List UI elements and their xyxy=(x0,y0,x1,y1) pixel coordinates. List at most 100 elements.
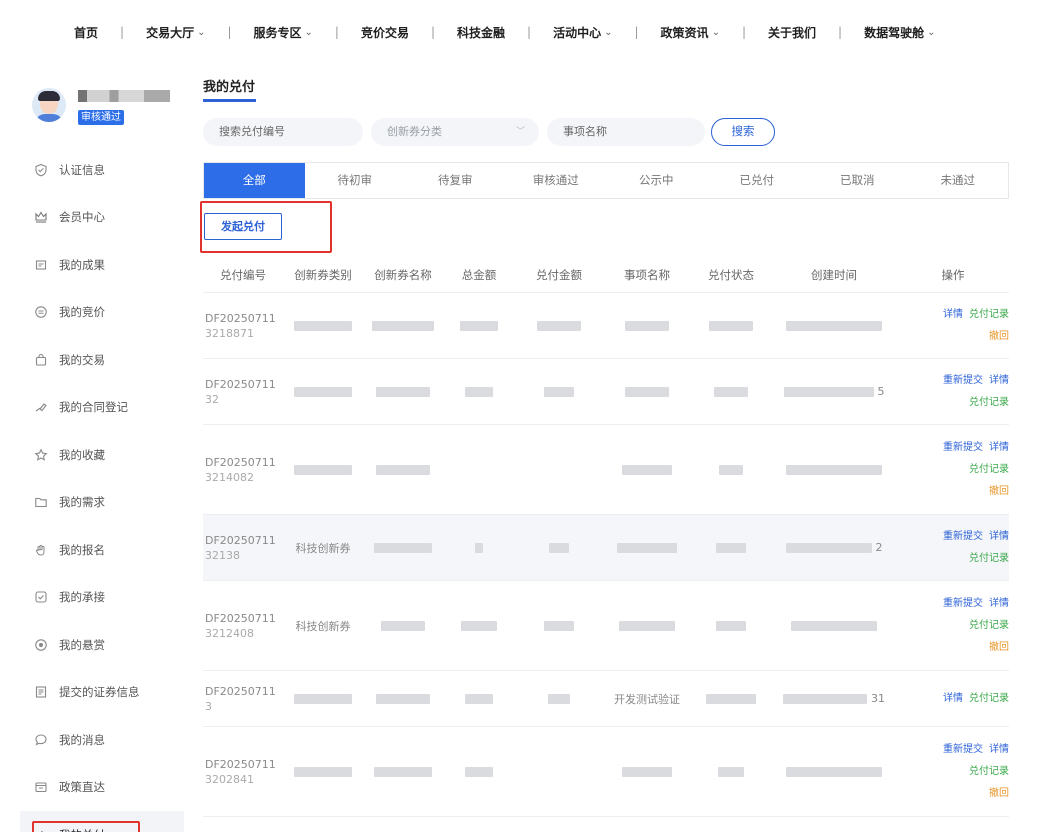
payment-record-link[interactable]: 兑付记录 xyxy=(969,309,1009,320)
sidebar-item[interactable]: 我的兑付 xyxy=(20,811,184,832)
detail-link[interactable]: 详情 xyxy=(989,531,1009,542)
sidebar-item[interactable]: 认证信息 xyxy=(20,146,184,194)
payment-record-link[interactable]: 兑付记录 xyxy=(969,397,1009,408)
cell-coupon-type: 科技创新券 xyxy=(283,618,363,634)
sidebar-item[interactable]: 我的承接 xyxy=(20,574,184,622)
sidebar-item[interactable]: 我的悬赏 xyxy=(20,621,184,669)
resubmit-link[interactable]: 重新提交 xyxy=(943,442,983,453)
action-links: 重新提交 详情兑付记录撤回 xyxy=(897,593,1009,659)
status-tab[interactable]: 待初审 xyxy=(305,163,406,198)
redacted-value xyxy=(619,620,675,631)
detail-link[interactable]: 详情 xyxy=(989,598,1009,609)
status-tab[interactable]: 审核通过 xyxy=(506,163,607,198)
search-button[interactable]: 搜索 xyxy=(711,118,775,146)
create-time-tail: 31 xyxy=(871,692,885,705)
payment-code-line2: 3 xyxy=(205,699,212,713)
nav-item[interactable]: 服务专区 ⌄ xyxy=(254,24,313,41)
redacted-value xyxy=(786,766,882,777)
sidebar-item[interactable]: 我的消息 xyxy=(20,716,184,764)
detail-link[interactable]: 详情 xyxy=(943,693,963,704)
nav-item[interactable]: 数据驾驶舱 ⌄ xyxy=(864,24,935,41)
redacted-value xyxy=(294,386,352,397)
cell-coupon-name xyxy=(363,620,443,631)
cell-total-amount xyxy=(443,620,515,631)
code-search-input[interactable]: 搜索兑付编号 xyxy=(203,118,363,146)
payment-code-line1: DF20250711 xyxy=(205,377,276,391)
table-row: DF20250711 3212408 科技创新券 重新提交 详情 兑付记录 撤回 xyxy=(203,581,1009,671)
resubmit-link[interactable]: 重新提交 xyxy=(943,531,983,542)
status-tab[interactable]: 公示中 xyxy=(606,163,707,198)
sidebar-item[interactable]: 会员中心 xyxy=(20,194,184,242)
sidebar-item[interactable]: 我的竞价 xyxy=(20,289,184,337)
withdraw-link[interactable]: 撤回 xyxy=(989,486,1009,497)
nav-item[interactable]: 活动中心 ⌄ xyxy=(553,24,612,41)
sidebar-item-label: 我的承接 xyxy=(59,590,105,605)
sidebar-item[interactable]: 我的合同登记 xyxy=(20,384,184,432)
nav-item[interactable]: 首页 xyxy=(74,24,98,41)
cell-create-time xyxy=(771,320,897,331)
sidebar-item[interactable]: 我的交易 xyxy=(20,336,184,384)
action-links: 详情 兑付记录撤回 xyxy=(897,304,1009,348)
payment-record-link[interactable]: 兑付记录 xyxy=(969,620,1009,631)
payment-record-link[interactable]: 兑付记录 xyxy=(969,693,1009,704)
status-tab[interactable]: 未通过 xyxy=(908,163,1009,198)
item-name-input[interactable]: 事项名称 xyxy=(547,118,705,146)
detail-link[interactable]: 详情 xyxy=(989,442,1009,453)
issue-payment-button[interactable]: 发起兑付 xyxy=(204,213,282,240)
detail-link[interactable]: 详情 xyxy=(989,744,1009,755)
action-line: 兑付记录 xyxy=(969,392,1009,414)
resubmit-link[interactable]: 重新提交 xyxy=(943,375,983,386)
payment-code-line2: 32138 xyxy=(205,548,240,562)
nav-item[interactable]: 交易大厅 ⌄ xyxy=(146,24,205,41)
detail-link[interactable]: 详情 xyxy=(943,309,963,320)
status-tab[interactable]: 全部 xyxy=(204,163,305,198)
nav-item[interactable]: 关于我们 xyxy=(768,24,816,41)
nav-item[interactable]: 竞价交易 xyxy=(361,24,409,41)
payment-code-line1: DF20250711 xyxy=(205,611,276,625)
nav-item[interactable]: 政策资讯 ⌄ xyxy=(661,24,720,41)
sidebar-menu: 认证信息会员中心我的成果我的竞价我的交易 我的合同登记 我的收藏 我的需求 我的报名我的… xyxy=(20,146,184,832)
withdraw-link[interactable]: 撤回 xyxy=(989,642,1009,653)
redacted-value xyxy=(617,542,677,553)
sidebar-item[interactable]: 我的需求 xyxy=(20,479,184,527)
nav-item-label: 关于我们 xyxy=(768,25,817,40)
action-links: 重新提交 详情兑付记录撤回 xyxy=(897,739,1009,805)
cell-payment-amount xyxy=(515,320,603,331)
withdraw-link[interactable]: 撤回 xyxy=(989,331,1009,342)
avatar[interactable] xyxy=(32,88,66,122)
sidebar-item[interactable]: 政策直达 xyxy=(20,764,184,812)
sidebar-item[interactable]: 我的收藏 xyxy=(20,431,184,479)
chevron-down-icon: ⌄ xyxy=(197,26,206,38)
resubmit-link[interactable]: 重新提交 xyxy=(943,598,983,609)
sidebar-item-label: 我的竞价 xyxy=(59,305,105,320)
payment-code-line2: 3214082 xyxy=(205,470,254,484)
redacted-value xyxy=(786,320,882,331)
payment-code: DF20250711 3218871 xyxy=(203,311,283,341)
resubmit-link[interactable]: 重新提交 xyxy=(943,744,983,755)
sidebar-item[interactable]: 我的报名 xyxy=(20,526,184,574)
status-tab[interactable]: 待复审 xyxy=(405,163,506,198)
payment-record-link[interactable]: 兑付记录 xyxy=(969,464,1009,475)
cell-total-amount xyxy=(443,386,515,397)
sidebar-item-label: 我的悬赏 xyxy=(59,637,105,652)
nav-separator: | xyxy=(120,25,125,39)
redacted-value xyxy=(475,542,483,553)
payment-code-line1: DF20250711 xyxy=(205,455,276,469)
table-row: DF20250711 3 开发测试验证 31 详情 兑付记录 xyxy=(203,671,1009,727)
category-select[interactable]: 创新券分类 ﹀ xyxy=(371,118,539,146)
status-tab[interactable]: 已兑付 xyxy=(707,163,808,198)
payment-record-link[interactable]: 兑付记录 xyxy=(969,766,1009,777)
redacted-value xyxy=(783,386,874,397)
nav-item[interactable]: 科技金融 xyxy=(457,24,505,41)
withdraw-link[interactable]: 撤回 xyxy=(989,788,1009,799)
chat-icon xyxy=(34,733,48,747)
sidebar-item[interactable]: 提交的证券信息 xyxy=(20,669,184,717)
item-name-placeholder: 事项名称 xyxy=(563,125,607,138)
status-tab[interactable]: 已取消 xyxy=(807,163,908,198)
payment-record-link[interactable]: 兑付记录 xyxy=(969,553,1009,564)
sidebar-item[interactable]: 我的成果 xyxy=(20,241,184,289)
sidebar-item-label: 认证信息 xyxy=(59,162,105,177)
detail-link[interactable]: 详情 xyxy=(989,375,1009,386)
cell-coupon-name xyxy=(363,386,443,397)
sidebar-item-label: 会员中心 xyxy=(59,210,105,225)
